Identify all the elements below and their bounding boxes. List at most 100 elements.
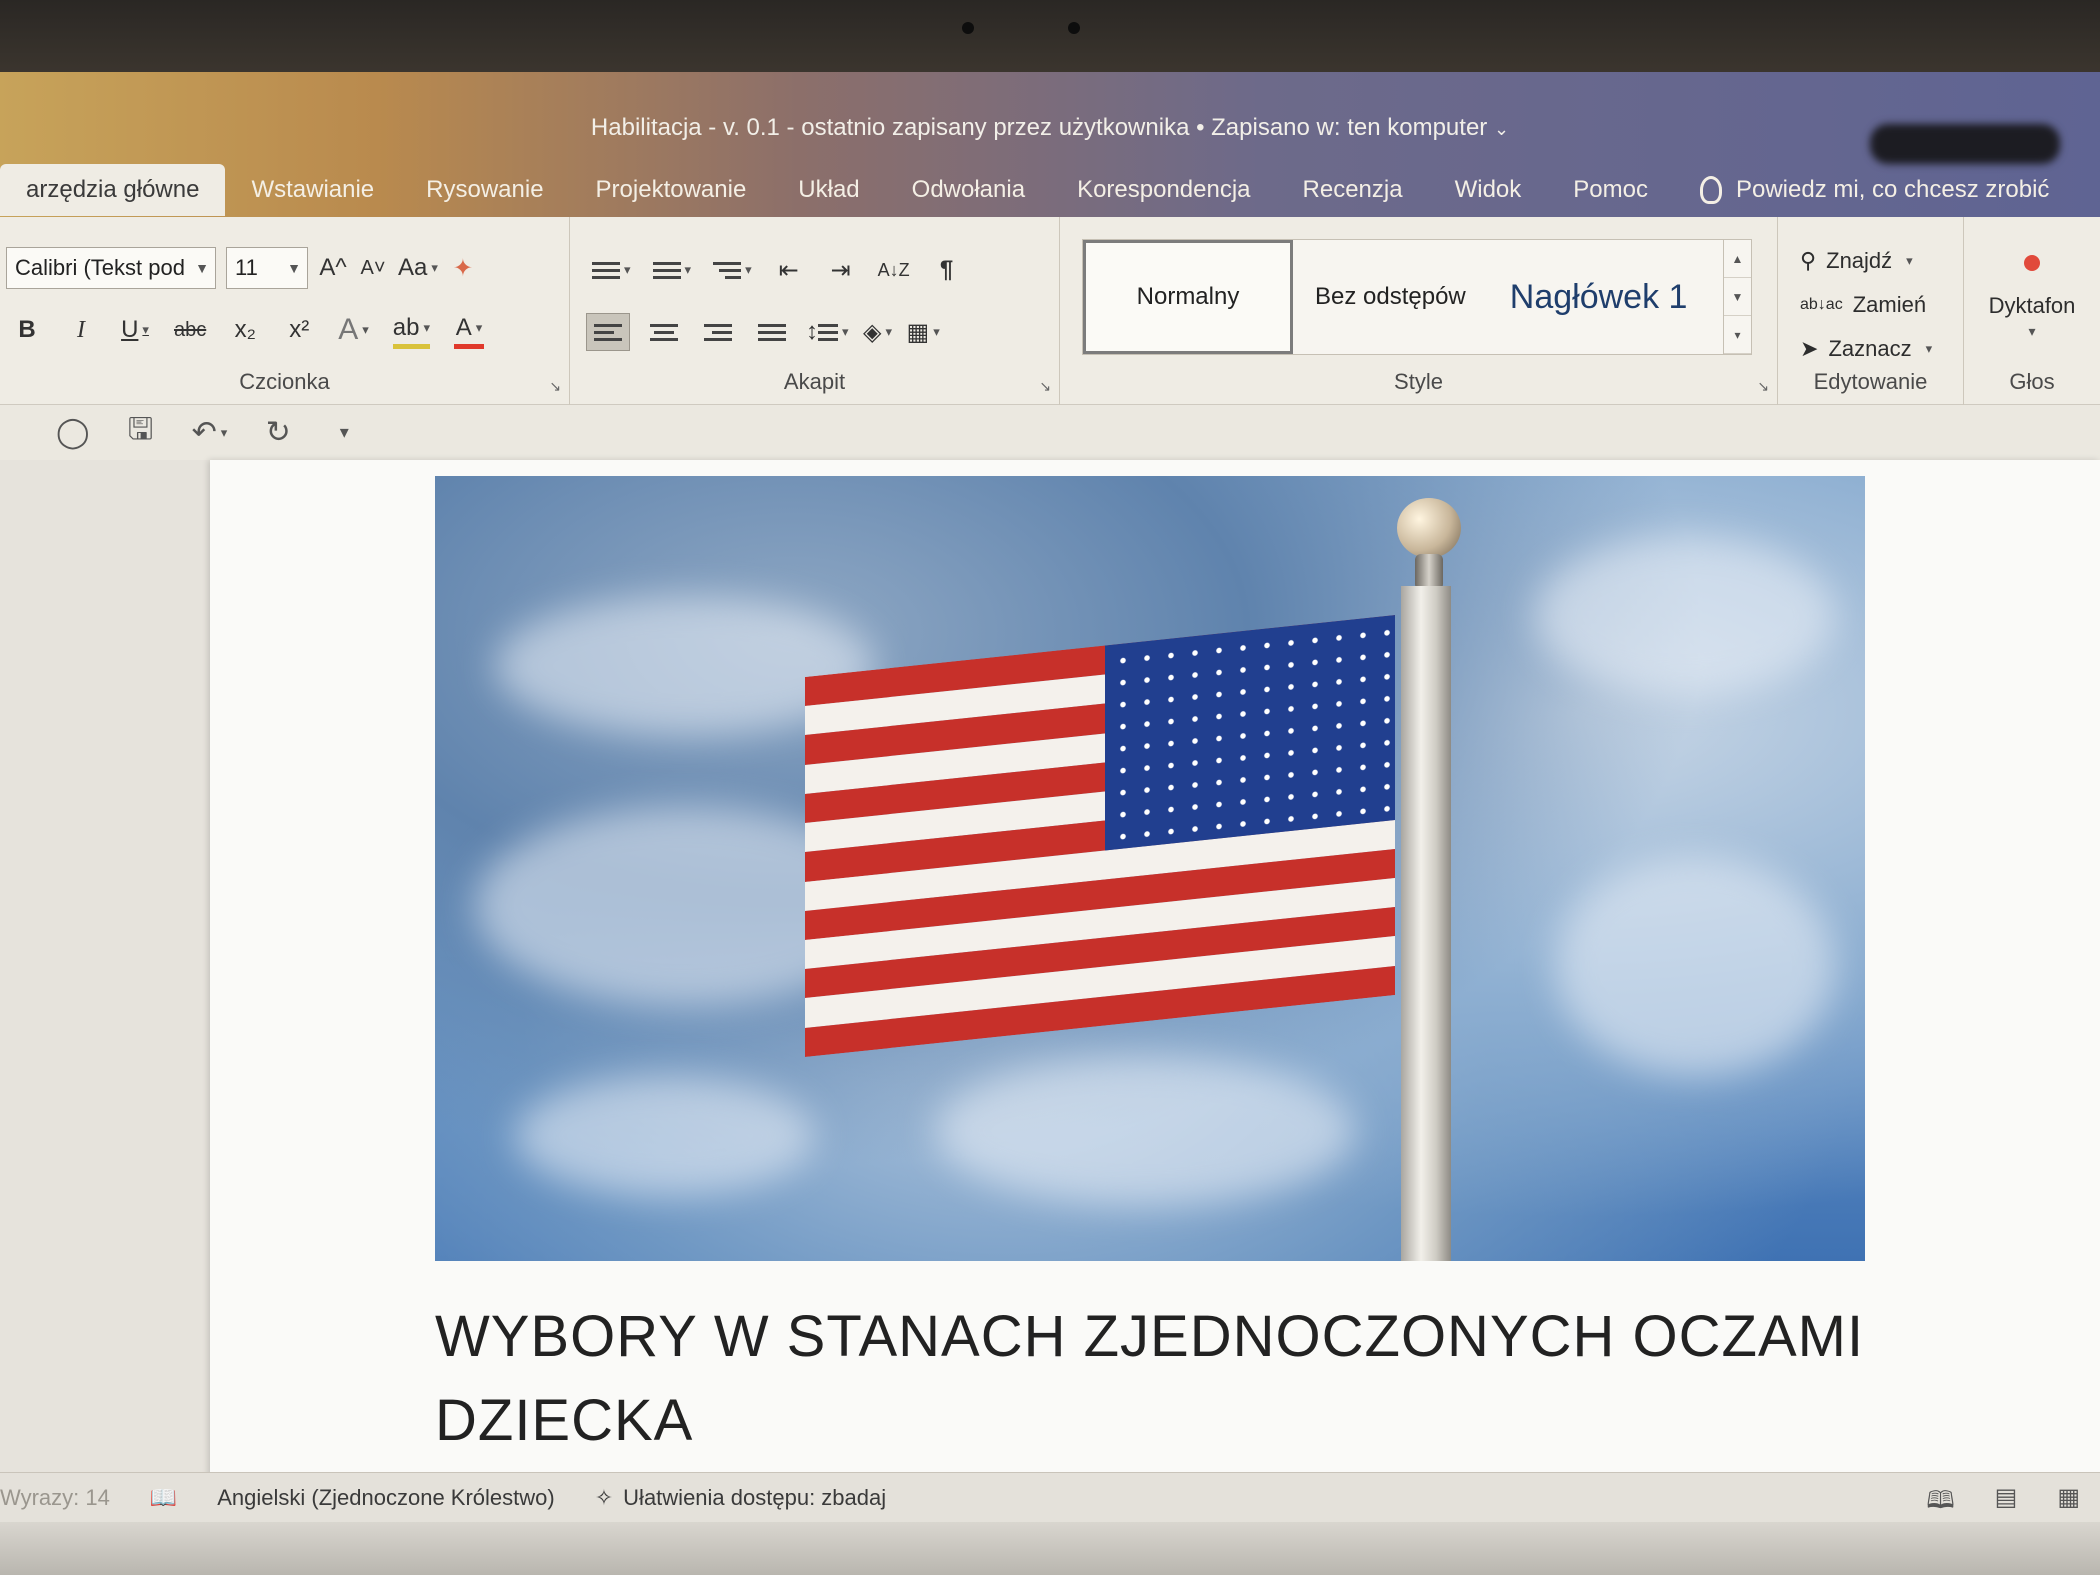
style-heading-1[interactable]: Nagłówek 1	[1488, 240, 1710, 354]
tell-me-box[interactable]: Powiedz mi, co chcesz zrobić	[1674, 164, 2049, 216]
dialog-launcher-icon[interactable]: ↘	[549, 378, 561, 395]
bold-button[interactable]: B	[12, 311, 42, 349]
more-styles-icon[interactable]: ▾	[1724, 316, 1751, 354]
tab-insert[interactable]: Wstawianie	[225, 164, 400, 216]
align-right-icon[interactable]	[698, 313, 738, 351]
proofing-icon[interactable]: 📖	[150, 1485, 177, 1511]
font-group-label: Czcionka	[239, 369, 330, 394]
cursor-icon: ➤	[1800, 336, 1819, 361]
document-heading[interactable]: WYBORY W STANACH ZJEDNOCZONYCH OCZAMI DZ…	[435, 1295, 1875, 1463]
line-spacing-icon[interactable]: ↕ ▾	[806, 313, 849, 351]
dialog-launcher-icon[interactable]: ↘	[1757, 378, 1769, 395]
flag-stars	[1105, 614, 1395, 851]
tab-draw[interactable]: Rysowanie	[400, 164, 569, 216]
dialog-launcher-icon[interactable]: ↘	[1039, 378, 1051, 395]
chevron-down-icon[interactable]: ▾	[1964, 323, 2100, 340]
ribbon: Calibri (Tekst pod ▼ 11 ▼ A^ A˅ Aa ▾ ✦ B I …	[0, 217, 2100, 405]
flagpole	[1401, 586, 1451, 1261]
align-center-icon[interactable]	[644, 313, 684, 351]
undo-icon[interactable]: ↶ ▾	[192, 414, 228, 452]
language-indicator[interactable]: Angielski (Zjednoczone Królestwo)	[217, 1485, 555, 1511]
change-case-button[interactable]: Aa ▾	[398, 249, 438, 287]
voice-group-label: Głos	[2009, 369, 2055, 394]
highlight-icon[interactable]: ab ▾	[392, 311, 431, 349]
text-effects-icon[interactable]: A ▾	[338, 311, 369, 349]
borders-icon[interactable]: ▦ ▾	[907, 313, 940, 351]
autosave-toggle-icon[interactable]: ◯	[56, 414, 90, 452]
numbering-icon[interactable]: ▾	[652, 251, 691, 289]
chevron-down-icon: ▼	[287, 260, 301, 276]
chevron-down-icon: ▾	[142, 322, 149, 337]
lightbulb-icon	[1699, 176, 1722, 204]
dictate-button[interactable]: Dyktafon	[1964, 293, 2100, 319]
flagpole-finial	[1397, 498, 1461, 558]
camera-dot	[962, 22, 974, 34]
american-flag-photo[interactable]	[435, 476, 1865, 1261]
shading-icon[interactable]: ◈ ▾	[863, 313, 893, 351]
chevron-down-icon[interactable]: ⌄	[1494, 119, 1509, 139]
replace-icon: ab↓ac	[1800, 296, 1843, 313]
paragraph-group-label: Akapit	[783, 369, 846, 394]
styles-scroll: ▲ ▼ ▾	[1723, 240, 1751, 354]
tab-references[interactable]: Odwołania	[886, 164, 1051, 216]
replace-button[interactable]: ab↓ac Zamień	[1800, 283, 1932, 327]
document-page[interactable]: WYBORY W STANACH ZJEDNOCZONYCH OCZAMI DZ…	[210, 460, 2100, 1560]
style-normal[interactable]: Normalny	[1083, 240, 1293, 354]
search-icon: ⚲	[1800, 248, 1817, 273]
laptop-bezel	[0, 0, 2100, 72]
shrink-font-button[interactable]: A˅	[358, 249, 388, 287]
word-count[interactable]: Wyrazy: 14	[0, 1485, 110, 1511]
font-size-select[interactable]: 11 ▼	[226, 247, 308, 289]
voice-group: Dyktafon ▾ Głos	[1964, 217, 2100, 405]
tab-view[interactable]: Widok	[1429, 164, 1548, 216]
superscript-button[interactable]: x²	[284, 311, 314, 349]
increase-indent-icon[interactable]: ⇥	[826, 251, 856, 289]
style-no-spacing[interactable]: Bez odstępów	[1293, 240, 1488, 354]
select-button[interactable]: ➤ Zaznacz ▾	[1800, 327, 1932, 371]
styles-group-label: Style	[1394, 369, 1443, 394]
clear-formatting-icon[interactable]: ✦	[448, 249, 478, 287]
editing-group-label: Edytowanie	[1813, 369, 1928, 394]
web-layout-icon[interactable]: ▦	[2057, 1483, 2080, 1524]
customize-qat-icon[interactable]: ▾	[329, 414, 359, 452]
grow-font-button[interactable]: A^	[318, 249, 348, 287]
chevron-down-icon: ▼	[195, 260, 209, 276]
tab-mailings[interactable]: Korespondencja	[1051, 164, 1276, 216]
redo-icon[interactable]: ↻	[263, 414, 293, 452]
subscript-button[interactable]: x₂	[230, 311, 260, 349]
scroll-up-icon[interactable]: ▲	[1724, 240, 1751, 278]
font-group: Calibri (Tekst pod ▼ 11 ▼ A^ A˅ Aa ▾ ✦ B I …	[0, 217, 570, 405]
multilevel-list-icon[interactable]: ▾	[713, 251, 752, 289]
strikethrough-button[interactable]: abc	[174, 311, 206, 349]
align-left-icon[interactable]	[586, 313, 630, 351]
decrease-indent-icon[interactable]: ⇤	[774, 251, 804, 289]
font-family-select[interactable]: Calibri (Tekst pod ▼	[6, 247, 216, 289]
taskbar-edge	[0, 1522, 2100, 1575]
chevron-down-icon: ▾	[1906, 253, 1913, 268]
sort-button[interactable]: A↓Z	[878, 251, 910, 289]
chevron-down-icon: ▾	[431, 260, 438, 275]
chevron-down-icon: ▾	[1925, 341, 1933, 356]
tab-layout[interactable]: Układ	[772, 164, 885, 216]
justify-icon[interactable]	[752, 313, 792, 351]
save-icon[interactable]: 🖫	[126, 413, 156, 452]
find-button[interactable]: ⚲ Znajdź ▾	[1800, 239, 1932, 283]
show-formatting-button[interactable]: ¶	[932, 251, 962, 289]
status-bar: Wyrazy: 14 📖 Angielski (Zjednoczone Król…	[0, 1472, 2100, 1522]
font-color-icon[interactable]: A ▾	[454, 311, 485, 349]
ribbon-tabs: arzędzia główne Wstawianie Rysowanie Pro…	[0, 162, 2049, 216]
tab-review[interactable]: Recenzja	[1277, 164, 1429, 216]
tab-home[interactable]: arzędzia główne	[0, 164, 226, 216]
tab-design[interactable]: Projektowanie	[570, 164, 773, 216]
scroll-down-icon[interactable]: ▼	[1724, 278, 1751, 316]
read-mode-icon[interactable]: 🕮	[1926, 1483, 1954, 1524]
title-bar: Habilitacja - v. 0.1 - ostatnio zapisany…	[0, 72, 2100, 217]
italic-button[interactable]: I	[66, 311, 96, 349]
underline-button[interactable]: U ▾	[120, 311, 150, 349]
print-layout-icon[interactable]: ▤	[1995, 1483, 2018, 1524]
sensor-dot	[1068, 22, 1080, 34]
account-area[interactable]	[1870, 124, 2060, 164]
accessibility-checker[interactable]: ✧ Ułatwienia dostępu: zbadaj	[595, 1485, 886, 1511]
tab-help[interactable]: Pomoc	[1547, 164, 1674, 216]
bullets-icon[interactable]: ▾	[592, 251, 631, 289]
